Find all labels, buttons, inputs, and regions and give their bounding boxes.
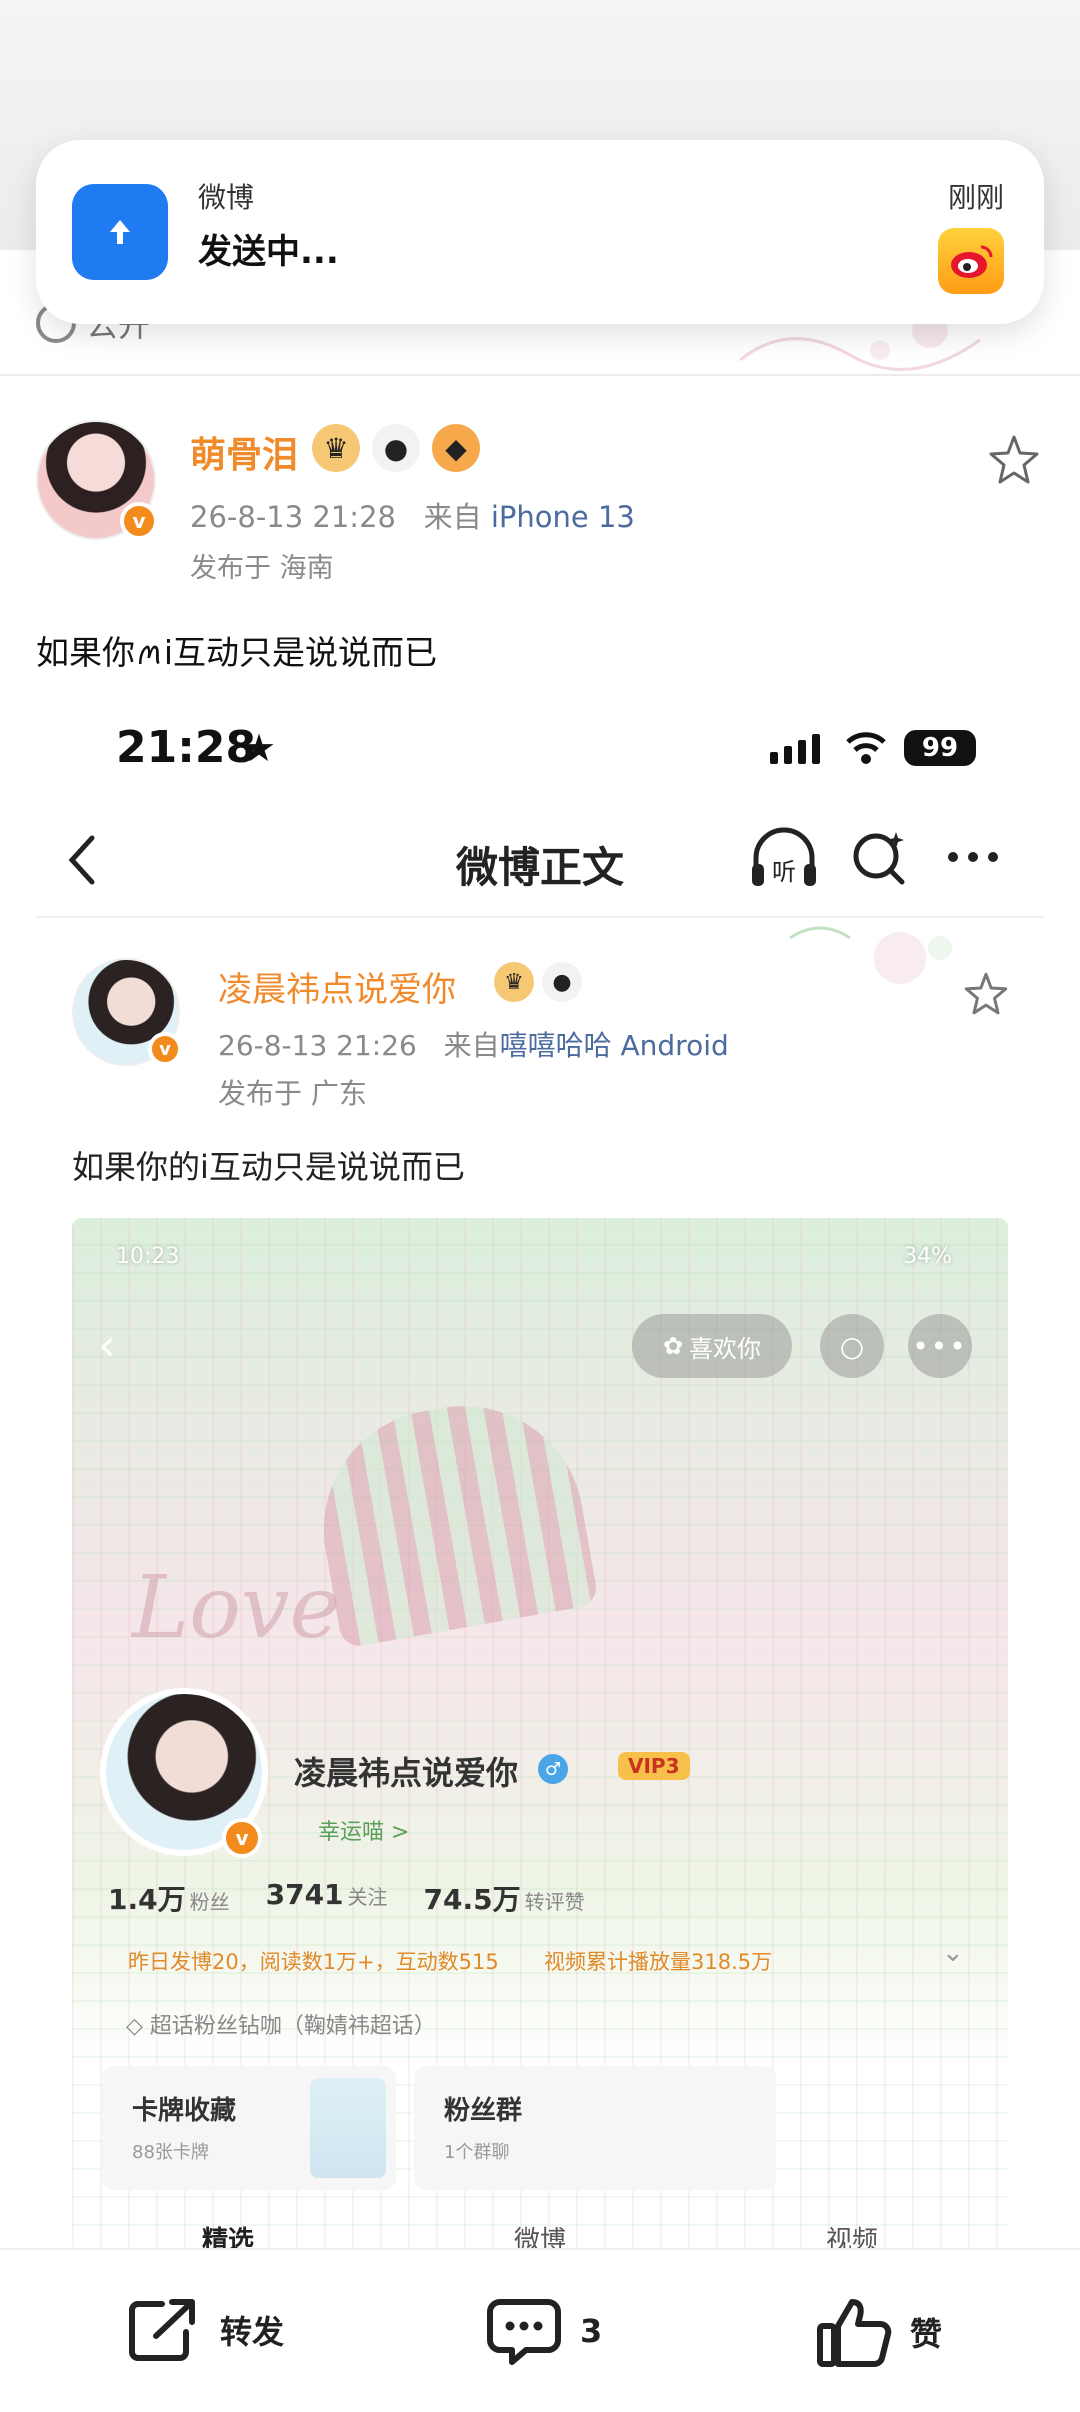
cellular-signal-icon — [770, 734, 820, 764]
fan-group-tile: 粉丝群 1个群聊 — [414, 2066, 776, 2190]
source-prefix: 来自 — [443, 1029, 500, 1062]
quoted-post-meta: 26-8-13 21:26 来自嘻嘻哈哈 Android — [218, 1024, 729, 1064]
author-name[interactable]: 萌骨泪 — [190, 426, 298, 478]
embedded-status-battery: 34% — [903, 1244, 952, 1269]
author-badges: ♛ ● ◆ — [312, 424, 480, 472]
crown-badge-icon: ♛ — [312, 424, 360, 472]
daily-summary: 昨日发博20，阅读数1万+，互动数515 — [128, 1950, 499, 1974]
quoted-author-avatar[interactable]: v — [72, 958, 182, 1066]
decorative-script: Love — [132, 1558, 341, 1658]
more-options-icon[interactable] — [948, 852, 998, 862]
comment-count: 3 — [580, 2312, 603, 2350]
screenshot-status-time: 21:28 — [116, 722, 257, 773]
notification-app-name: 微博 — [198, 181, 255, 214]
panda-badge-icon: ● — [542, 962, 582, 1002]
weibo-post-detail-screen: 公开 微博 发送中... 刚刚 v 萌骨泪 ♛ ● ◆ 26-8-13 21:2… — [0, 0, 1080, 2412]
search-icon[interactable] — [848, 826, 912, 890]
card-thumbnail — [310, 2078, 386, 2178]
post-meta: 26-8-13 21:28 来自 iPhone 13 — [190, 494, 635, 536]
post-image[interactable]: 10:23 34% ‹ ✿ 喜欢你 ○ ••• Love v 凌晨祎点说爱你 ♂… — [72, 1218, 1008, 2254]
like-button[interactable]: 赞 — [816, 2296, 942, 2368]
weibo-logo-icon — [938, 228, 1004, 294]
decorative-heart — [304, 1387, 600, 1649]
expand-chevron-icon: ⌄ — [942, 1938, 964, 1968]
embedded-like-button: ✿ 喜欢你 — [632, 1314, 792, 1378]
listen-label: 听 — [772, 858, 796, 886]
comment-icon — [487, 2299, 561, 2365]
quoted-post-text: 如果你的i互动只是说说而已 — [72, 1148, 465, 1186]
video-summary: 视频累计播放量318.5万 — [544, 1950, 773, 1974]
repost-button[interactable]: 转发 — [126, 2296, 284, 2364]
card-collection-tile: 卡牌收藏 88张卡牌 — [102, 2066, 396, 2190]
profile-stats: 1.4万 粉丝 3741 关注 74.5万 转评赞 — [108, 1878, 585, 1918]
favorite-star-icon[interactable] — [962, 970, 1010, 1018]
repost-icon — [129, 2299, 195, 2361]
author-avatar[interactable]: v — [36, 420, 158, 540]
repost-label: 转发 — [220, 2313, 285, 2351]
page-title: 微博正文 — [455, 843, 624, 892]
upload-arrow-icon — [72, 184, 168, 280]
thumbs-up-icon — [817, 2299, 892, 2367]
card-collection-sub: 88张卡牌 — [132, 2142, 209, 2163]
embedded-like-label: 喜欢你 — [689, 1334, 762, 1363]
vip-badge: VIP3 — [618, 1752, 690, 1780]
divider — [0, 374, 1080, 376]
card-collection-title: 卡牌收藏 — [132, 2096, 237, 2126]
paw-icon: ✿ — [662, 1332, 684, 1360]
stat-following: 3741 关注 — [265, 1878, 388, 1911]
notification-time: 刚刚 — [947, 181, 1004, 214]
wifi-icon — [846, 732, 886, 764]
embedded-more-icon: ••• — [908, 1314, 972, 1378]
post-source[interactable]: iPhone 13 — [491, 500, 635, 534]
listen-headphone-icon[interactable]: 听 — [748, 826, 820, 890]
comment-button[interactable]: 3 — [486, 2296, 602, 2366]
battery-indicator: 99 — [904, 730, 976, 766]
panda-badge-icon: ● — [372, 424, 420, 472]
quoted-post-source[interactable]: 嘻嘻哈哈 Android — [500, 1029, 729, 1062]
post-timestamp: 26-8-13 21:28 — [190, 500, 396, 534]
source-prefix: 来自 — [423, 500, 482, 534]
quoted-post-timestamp: 26-8-13 21:26 — [218, 1029, 417, 1062]
post-text: 如果你ꪔi互动只是说说而已 — [36, 633, 438, 672]
quoted-author-name[interactable]: 凌晨祎点说爱你 — [218, 962, 456, 1011]
quoted-author-badges: ♛ ● — [494, 962, 582, 1002]
favorite-star-icon[interactable] — [986, 432, 1042, 488]
quoted-post-location: 发布于 广东 — [218, 1077, 367, 1110]
like-label: 赞 — [910, 2315, 943, 2353]
stat-interactions: 74.5万 转评赞 — [423, 1883, 585, 1916]
embedded-profile-name: 凌晨祎点说爱你 — [294, 1754, 519, 1792]
verified-badge-icon: v — [148, 1032, 182, 1066]
crown-badge-icon: ♛ — [494, 962, 534, 1002]
bottom-action-bar: 转发 3 赞 — [0, 2250, 1080, 2412]
verified-badge-icon: v — [222, 1818, 262, 1858]
stat-followers: 1.4万 粉丝 — [108, 1883, 230, 1916]
fan-group-sub: 1个群聊 — [444, 2142, 510, 2163]
lucky-tag: 幸运喵 > — [318, 1820, 410, 1845]
embedded-back-icon: ‹ — [98, 1320, 116, 1371]
post-location: 发布于 海南 — [190, 553, 334, 584]
fish-badge-icon: ◆ — [432, 424, 480, 472]
fan-group-title: 粉丝群 — [444, 2096, 523, 2126]
super-fan-label: ◇ 超话粉丝钻咖（鞠婧祎超话） — [126, 2014, 436, 2039]
notification-message: 发送中... — [198, 232, 339, 272]
star-icon: ★ — [242, 726, 277, 770]
decorative-sticker — [789, 926, 952, 984]
upload-notification-banner[interactable]: 微博 发送中... 刚刚 — [36, 140, 1044, 324]
embedded-status-time: 10:23 — [116, 1244, 180, 1269]
embedded-search-icon: ○ — [820, 1314, 884, 1378]
male-gender-icon: ♂ — [538, 1754, 568, 1784]
verified-badge-icon: v — [120, 502, 158, 540]
